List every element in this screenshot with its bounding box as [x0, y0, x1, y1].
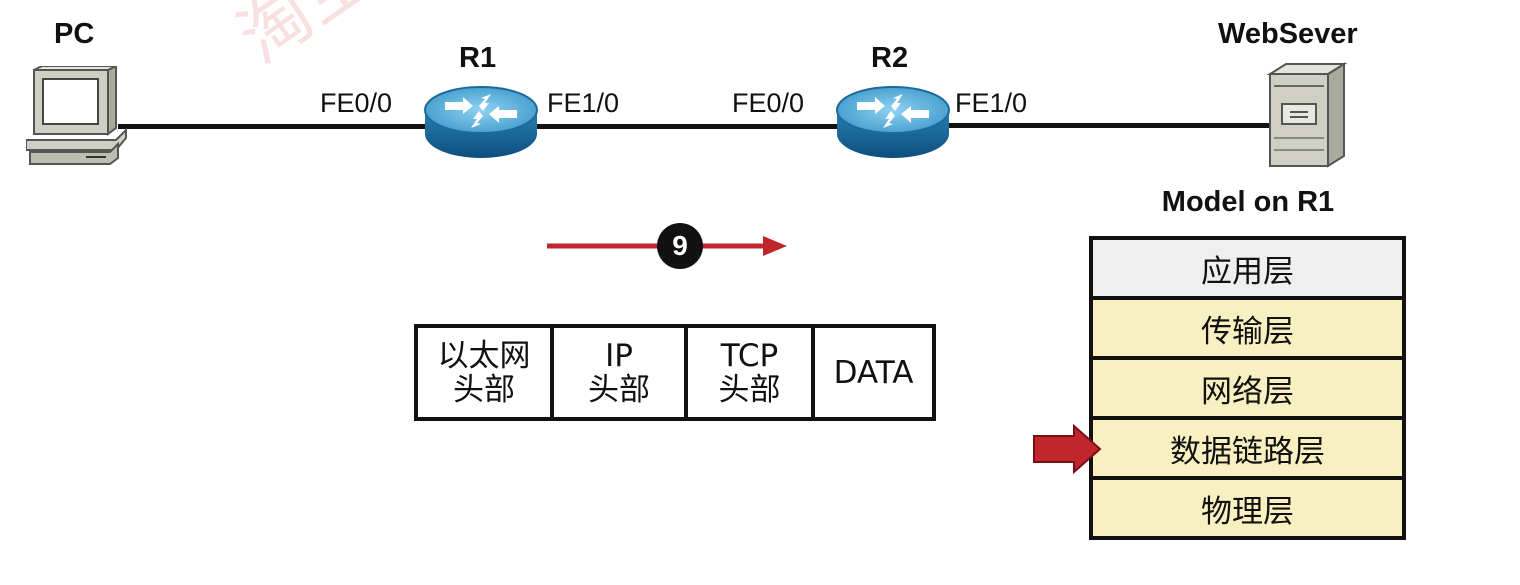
pc-icon	[26, 66, 127, 165]
step-arrow-head	[763, 236, 787, 256]
link-r1-r2	[532, 124, 842, 129]
link-r2-server	[946, 123, 1272, 128]
r2-port-left-label: FE0/0	[732, 88, 805, 118]
link-pc-r1	[118, 124, 428, 129]
r1-port-right-label: FE1/0	[547, 88, 620, 118]
frame-tcp-header: TCP 头部	[688, 328, 815, 417]
frame-ethernet-header: 以太网 头部	[418, 328, 554, 417]
layer-network: 网络层	[1093, 360, 1402, 420]
layer-stack: 应用层 传输层 网络层 数据链路层 物理层	[1089, 236, 1406, 540]
current-layer-pointer-icon	[1033, 424, 1102, 474]
frame-tcp-line2: 头部	[718, 371, 781, 408]
r1-label: R1	[459, 42, 497, 74]
frame-ethernet-line1: 以太网	[437, 337, 531, 374]
frame-data-label: DATA	[833, 354, 914, 391]
pc-label: PC	[54, 18, 95, 50]
r2-label: R2	[871, 42, 909, 74]
frame-ethernet-line2: 头部	[453, 371, 515, 408]
frame-data: DATA	[815, 328, 932, 417]
model-title: Model on R1	[1161, 186, 1335, 218]
layer-data-link: 数据链路层	[1093, 420, 1402, 480]
router-r2-icon	[836, 86, 950, 158]
server-label: WebSever	[1218, 18, 1358, 50]
layer-physical: 物理层	[1093, 480, 1402, 536]
step-number: 9	[672, 230, 688, 261]
watermark: 淘宝专	[215, 0, 445, 83]
layer-application: 应用层	[1093, 240, 1402, 300]
frame-tcp-line1: TCP	[720, 337, 779, 374]
r1-port-left-label: FE0/0	[320, 88, 393, 118]
frame-ip-header: IP 头部	[554, 328, 688, 417]
r2-port-right-label: FE1/0	[955, 88, 1028, 118]
server-icon	[1266, 62, 1348, 168]
packet-frame: 以太网 头部 IP 头部 TCP 头部 DATA	[414, 324, 936, 421]
layer-transport: 传输层	[1093, 300, 1402, 360]
router-r1-icon	[424, 86, 538, 158]
frame-ip-line1: IP	[605, 337, 633, 374]
frame-ip-line2: 头部	[588, 371, 650, 408]
